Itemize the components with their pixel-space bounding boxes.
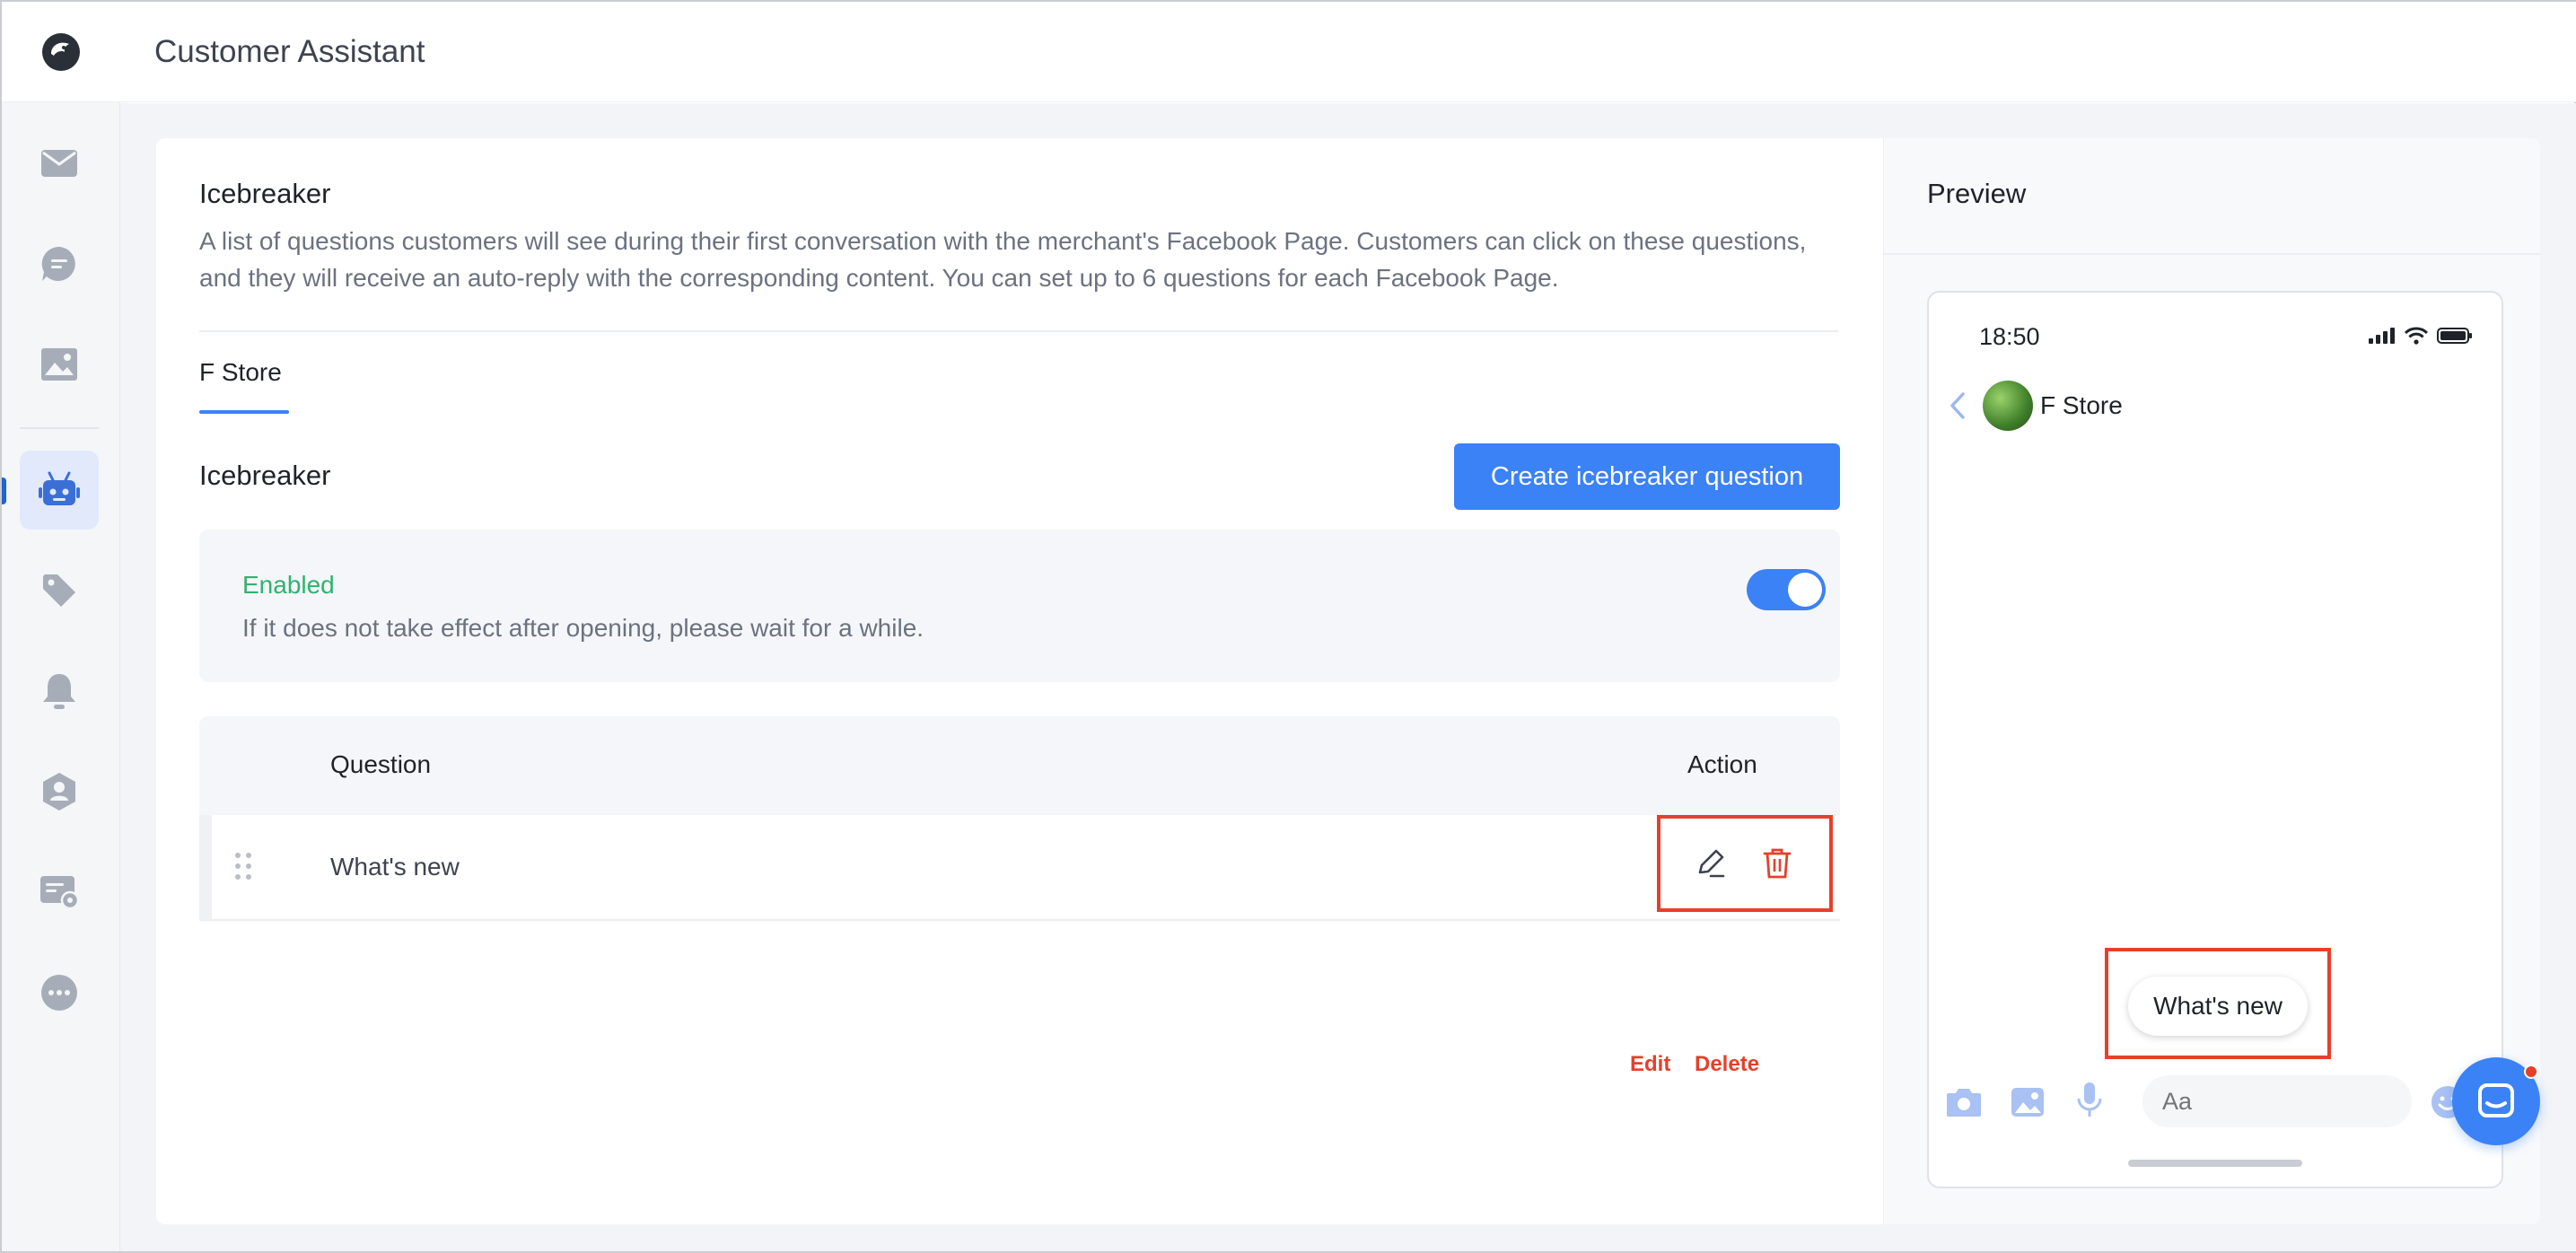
message-input[interactable]: [2142, 1075, 2412, 1127]
icebreaker-panel: Icebreaker A list of questions customers…: [156, 138, 1883, 1224]
status-hint: If it does not take effect after opening…: [242, 614, 924, 642]
preview-panel: Preview 18:50 F Store What's new Aa: [1883, 138, 2541, 1224]
sidebar-item-notifications[interactable]: [20, 652, 99, 731]
delete-annotation: Delete: [1695, 1052, 1760, 1076]
support-chat-icon: [2478, 1083, 2514, 1117]
icebreaker-bubble[interactable]: What's new: [2128, 977, 2308, 1036]
sidebar-divider: [20, 427, 99, 429]
delete-icon[interactable]: [1759, 846, 1795, 886]
microphone-icon[interactable]: [2076, 1081, 2103, 1125]
sidebar-item-more[interactable]: [20, 953, 99, 1032]
mail-icon: [41, 150, 77, 177]
toggle-knob: [1788, 573, 1822, 607]
sidebar-item-card-settings[interactable]: [20, 853, 99, 932]
page-title: Customer Assistant: [154, 33, 425, 69]
enable-toggle[interactable]: [1747, 569, 1826, 610]
preview-divider: [1884, 253, 2541, 255]
table-header: Question Action: [199, 716, 1840, 815]
gallery-icon[interactable]: [2010, 1086, 2046, 1123]
active-tab-underline: [199, 410, 289, 414]
edit-annotation: Edit: [1630, 1052, 1671, 1076]
card-settings-icon: [40, 876, 80, 910]
divider: [199, 330, 1838, 332]
status-card: Enabled If it does not take effect after…: [199, 530, 1840, 682]
sidebar-item-messages[interactable]: [20, 224, 99, 303]
sidebar-item-media[interactable]: [20, 325, 99, 404]
support-chat-button[interactable]: [2452, 1057, 2540, 1145]
status-label: Enabled: [242, 571, 335, 599]
column-header-action: Action: [1687, 750, 1757, 778]
battery-icon: [2437, 328, 2472, 344]
back-chevron-icon[interactable]: [1949, 391, 1967, 420]
active-indicator: [2, 478, 6, 504]
logo-icon: [42, 32, 80, 71]
drag-handle-icon[interactable]: [233, 851, 253, 886]
phone-time: 18:50: [1979, 323, 2040, 350]
phone-status-bar: [2369, 327, 2473, 345]
home-indicator: [2128, 1160, 2302, 1167]
sidebar: [2, 2, 120, 1251]
chat-page-name: F Store: [2040, 391, 2123, 419]
sidebar-item-tags[interactable]: [20, 551, 99, 630]
chat-bubble-icon: [41, 246, 75, 281]
create-icebreaker-button[interactable]: Create icebreaker question: [1454, 443, 1840, 510]
message-composer: [1945, 1075, 2484, 1129]
app-logo[interactable]: [2, 2, 120, 102]
question-cell: What's new: [330, 853, 460, 881]
actions-highlight-box: [1657, 815, 1833, 912]
camera-icon[interactable]: [1945, 1086, 1983, 1123]
tag-icon: [43, 574, 75, 607]
user-shield-icon: [43, 773, 75, 811]
preview-title: Preview: [1927, 178, 2027, 209]
image-icon: [41, 348, 77, 381]
edit-icon[interactable]: [1693, 846, 1729, 886]
table-row: What's new: [199, 815, 1840, 921]
wifi-icon: [2405, 327, 2428, 345]
more-icon: [41, 975, 77, 1011]
sidebar-item-inbox[interactable]: [20, 124, 99, 203]
sidebar-item-team[interactable]: [20, 752, 99, 831]
preview-highlight-box: What's new: [2105, 948, 2331, 1059]
icebreaker-description: A list of questions customers will see d…: [199, 227, 1807, 292]
column-header-question: Question: [330, 750, 432, 778]
top-header: Customer Assistant: [120, 2, 2576, 102]
robot-icon: [39, 471, 80, 505]
page-avatar: [1983, 381, 2033, 431]
tab-f-store[interactable]: F Store: [199, 358, 282, 387]
icebreaker-section-title: Icebreaker: [199, 460, 331, 491]
phone-mockup: 18:50 F Store What's new Aa: [1927, 291, 2503, 1188]
notification-dot: [2524, 1065, 2538, 1079]
bell-icon: [43, 674, 75, 709]
chat-header: F Store: [1949, 381, 2123, 431]
sidebar-item-automation[interactable]: [20, 451, 99, 530]
signal-icon: [2369, 328, 2395, 344]
questions-table: Question Action What's new: [199, 716, 1840, 921]
icebreaker-heading: Icebreaker: [199, 178, 331, 209]
